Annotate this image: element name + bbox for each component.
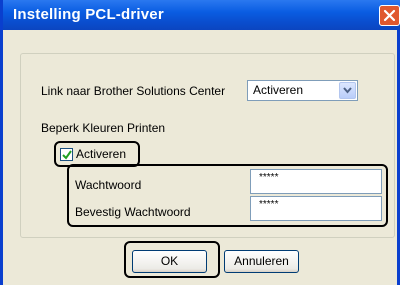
link-select[interactable]: Activeren bbox=[247, 80, 358, 101]
title-bar[interactable]: Instelling PCL-driver bbox=[3, 0, 400, 30]
ok-button[interactable]: OK bbox=[132, 250, 207, 273]
activate-checkbox-label[interactable]: Activeren bbox=[76, 147, 126, 161]
password-label: Wachtwoord bbox=[75, 178, 142, 192]
close-icon bbox=[383, 9, 396, 22]
dialog-window: Instelling PCL-driver Link naar Brother … bbox=[0, 0, 400, 285]
password-value: ***** bbox=[259, 172, 279, 183]
link-label: Link naar Brother Solutions Center bbox=[41, 84, 226, 98]
password-field[interactable]: ***** bbox=[250, 169, 382, 194]
confirm-password-label: Bevestig Wachtwoord bbox=[75, 205, 191, 219]
link-select-value: Activeren bbox=[253, 83, 304, 97]
dropdown-button[interactable] bbox=[339, 82, 356, 99]
close-button[interactable] bbox=[379, 5, 400, 26]
activate-checkbox[interactable] bbox=[60, 148, 73, 161]
confirm-password-field[interactable]: ***** bbox=[250, 196, 382, 221]
chevron-down-icon bbox=[343, 87, 352, 94]
checkmark-icon bbox=[62, 150, 72, 160]
confirm-password-value: ***** bbox=[259, 199, 279, 210]
restrict-section-label: Beperk Kleuren Printen bbox=[41, 121, 166, 135]
window-title: Instelling PCL-driver bbox=[13, 6, 164, 23]
cancel-button[interactable]: Annuleren bbox=[224, 250, 299, 273]
